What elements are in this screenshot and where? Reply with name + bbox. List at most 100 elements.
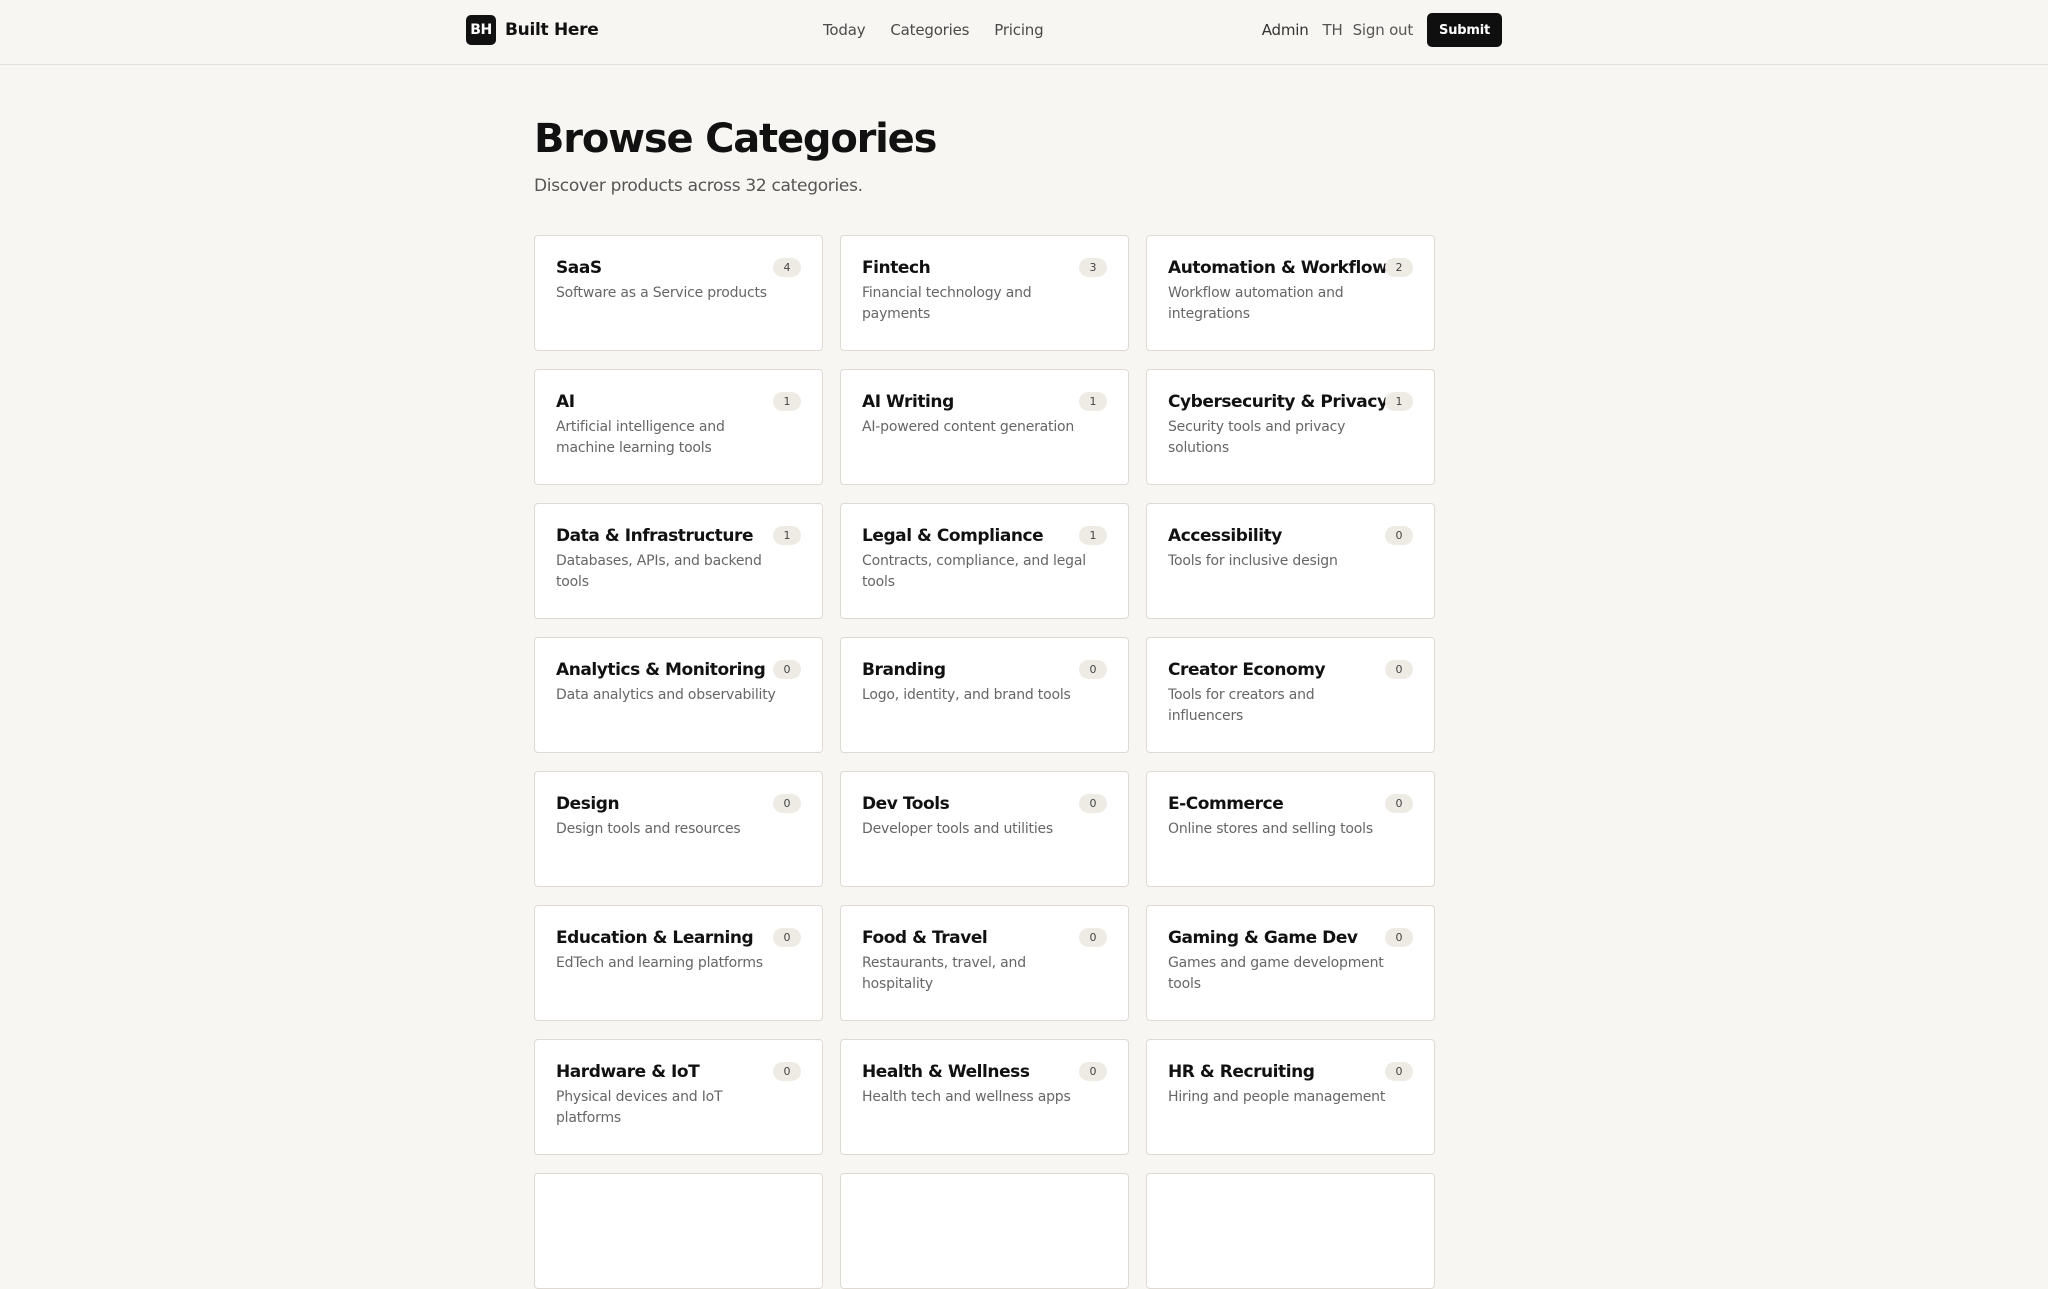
- category-product-count-badge: 0: [1385, 1062, 1413, 1081]
- category-name: Health & Wellness: [862, 1062, 1030, 1082]
- category-description: Design tools and resources: [556, 821, 741, 837]
- category-product-count-badge: 1: [1079, 392, 1107, 411]
- nav-link-pricing[interactable]: Pricing: [994, 21, 1043, 39]
- category-description: Workflow automation and integrations: [1168, 285, 1344, 322]
- category-card[interactable]: Hardware & IoT Physical devices and IoT …: [534, 1039, 823, 1155]
- category-product-count-badge: 0: [1385, 660, 1413, 679]
- category-card[interactable]: Analytics & Monitoring Data analytics an…: [534, 637, 823, 753]
- category-description: Games and game development tools: [1168, 955, 1384, 992]
- category-card[interactable]: Cybersecurity & Privacy Security tools a…: [1146, 369, 1435, 485]
- nav-link-categories[interactable]: Categories: [890, 21, 969, 39]
- category-description: Security tools and privacy solutions: [1168, 419, 1346, 456]
- category-name: Data & Infrastructure: [556, 526, 754, 546]
- user-initials-link[interactable]: TH: [1323, 21, 1343, 39]
- top-navigation-bar: BH Built Here Today Categories Pricing A…: [0, 0, 2048, 65]
- category-description: Tools for creators and influencers: [1168, 687, 1315, 724]
- category-description: Financial technology and payments: [862, 285, 1032, 322]
- nav-link-admin[interactable]: Admin: [1262, 21, 1309, 39]
- category-card[interactable]: Accessibility Tools for inclusive design…: [1146, 503, 1435, 619]
- category-product-count-badge: 0: [773, 794, 801, 813]
- category-name: Legal & Compliance: [862, 526, 1044, 546]
- category-card[interactable]: Gaming & Game Dev Games and game develop…: [1146, 905, 1435, 1021]
- category-product-count-badge: 0: [1385, 928, 1413, 947]
- category-description: Contracts, compliance, and legal tools: [862, 553, 1086, 590]
- page-subtitle: Discover products across 32 categories.: [534, 176, 863, 196]
- category-description: EdTech and learning platforms: [556, 955, 763, 971]
- category-card[interactable]: Automation & Workflow Workflow automatio…: [1146, 235, 1435, 351]
- category-product-count-badge: 0: [1079, 1062, 1107, 1081]
- category-description: Databases, APIs, and backend tools: [556, 553, 762, 590]
- category-description: Tools for inclusive design: [1168, 553, 1338, 569]
- category-product-count-badge: 3: [1079, 258, 1107, 277]
- category-card[interactable]: Branding Logo, identity, and brand tools…: [840, 637, 1129, 753]
- category-card[interactable]: HR & Recruiting Hiring and people manage…: [1146, 1039, 1435, 1155]
- category-name: Food & Travel: [862, 928, 988, 948]
- category-card[interactable]: Creator Economy Tools for creators and i…: [1146, 637, 1435, 753]
- category-product-count-badge: 0: [773, 660, 801, 679]
- category-card[interactable]: Education & Learning EdTech and learning…: [534, 905, 823, 1021]
- category-product-count-badge: 4: [773, 258, 801, 277]
- category-name: HR & Recruiting: [1168, 1062, 1315, 1082]
- category-name: Fintech: [862, 258, 931, 278]
- category-product-count-badge: 0: [1385, 526, 1413, 545]
- brand-home-link[interactable]: BH Built Here: [466, 14, 599, 45]
- category-name: Branding: [862, 660, 946, 680]
- user-navigation: Admin TH Sign out Submit: [1262, 0, 1502, 60]
- category-card[interactable]: Data & Infrastructure Databases, APIs, a…: [534, 503, 823, 619]
- category-product-count-badge: 2: [1385, 258, 1413, 277]
- category-description: Physical devices and IoT platforms: [556, 1089, 723, 1126]
- category-product-count-badge: 1: [1079, 526, 1107, 545]
- category-card[interactable]: Fintech Financial technology and payment…: [840, 235, 1129, 351]
- category-description: Logo, identity, and brand tools: [862, 687, 1071, 703]
- top-navigation-inner: BH Built Here Today Categories Pricing A…: [466, 0, 1502, 64]
- category-product-count-badge: 0: [773, 928, 801, 947]
- category-card[interactable]: [534, 1173, 823, 1289]
- category-card[interactable]: Health & Wellness Health tech and wellne…: [840, 1039, 1129, 1155]
- category-card[interactable]: [840, 1173, 1129, 1289]
- category-product-count-badge: 0: [1385, 794, 1413, 813]
- category-product-count-badge: 0: [1079, 794, 1107, 813]
- category-name: AI: [556, 392, 575, 412]
- category-card[interactable]: Food & Travel Restaurants, travel, and h…: [840, 905, 1129, 1021]
- category-product-count-badge: 1: [773, 392, 801, 411]
- category-description: Online stores and selling tools: [1168, 821, 1373, 837]
- category-name: E-Commerce: [1168, 794, 1284, 814]
- category-description: Health tech and wellness apps: [862, 1089, 1071, 1105]
- category-name: Accessibility: [1168, 526, 1282, 546]
- category-name: Education & Learning: [556, 928, 754, 948]
- category-description: AI-powered content generation: [862, 419, 1075, 435]
- category-description: Developer tools and utilities: [862, 821, 1054, 837]
- category-product-count-badge: 1: [1385, 392, 1413, 411]
- category-card[interactable]: E-Commerce Online stores and selling too…: [1146, 771, 1435, 887]
- category-description: Data analytics and observability: [556, 687, 776, 703]
- category-grid: SaaS Software as a Service products 4 Fi…: [534, 235, 1435, 1289]
- category-product-count-badge: 1: [773, 526, 801, 545]
- category-description: Restaurants, travel, and hospitality: [862, 955, 1026, 992]
- category-card[interactable]: SaaS Software as a Service products 4: [534, 235, 823, 351]
- category-name: Analytics & Monitoring: [556, 660, 766, 680]
- category-name: Automation & Workflow: [1168, 258, 1388, 278]
- category-card[interactable]: Dev Tools Developer tools and utilities …: [840, 771, 1129, 887]
- category-name: AI Writing: [862, 392, 954, 412]
- category-product-count-badge: 0: [1079, 928, 1107, 947]
- category-name: Gaming & Game Dev: [1168, 928, 1358, 948]
- category-product-count-badge: 0: [773, 1062, 801, 1081]
- category-description: Artificial intelligence and machine lear…: [556, 419, 725, 456]
- sign-out-link[interactable]: Sign out: [1353, 21, 1414, 39]
- category-name: Dev Tools: [862, 794, 950, 814]
- category-product-count-badge: 0: [1079, 660, 1107, 679]
- submit-product-button[interactable]: Submit: [1427, 13, 1502, 47]
- category-name: Design: [556, 794, 620, 814]
- category-card[interactable]: [1146, 1173, 1435, 1289]
- category-name: SaaS: [556, 258, 602, 278]
- page-title: Browse Categories: [534, 116, 937, 162]
- category-card[interactable]: Design Design tools and resources 0: [534, 771, 823, 887]
- nav-link-today[interactable]: Today: [823, 21, 866, 39]
- category-card[interactable]: AI Writing AI-powered content generation…: [840, 369, 1129, 485]
- category-description: Hiring and people management: [1168, 1089, 1386, 1105]
- category-card[interactable]: AI Artificial intelligence and machine l…: [534, 369, 823, 485]
- category-name: Hardware & IoT: [556, 1062, 700, 1082]
- category-name: Cybersecurity & Privacy: [1168, 392, 1388, 412]
- category-name: Creator Economy: [1168, 660, 1326, 680]
- category-card[interactable]: Legal & Compliance Contracts, compliance…: [840, 503, 1129, 619]
